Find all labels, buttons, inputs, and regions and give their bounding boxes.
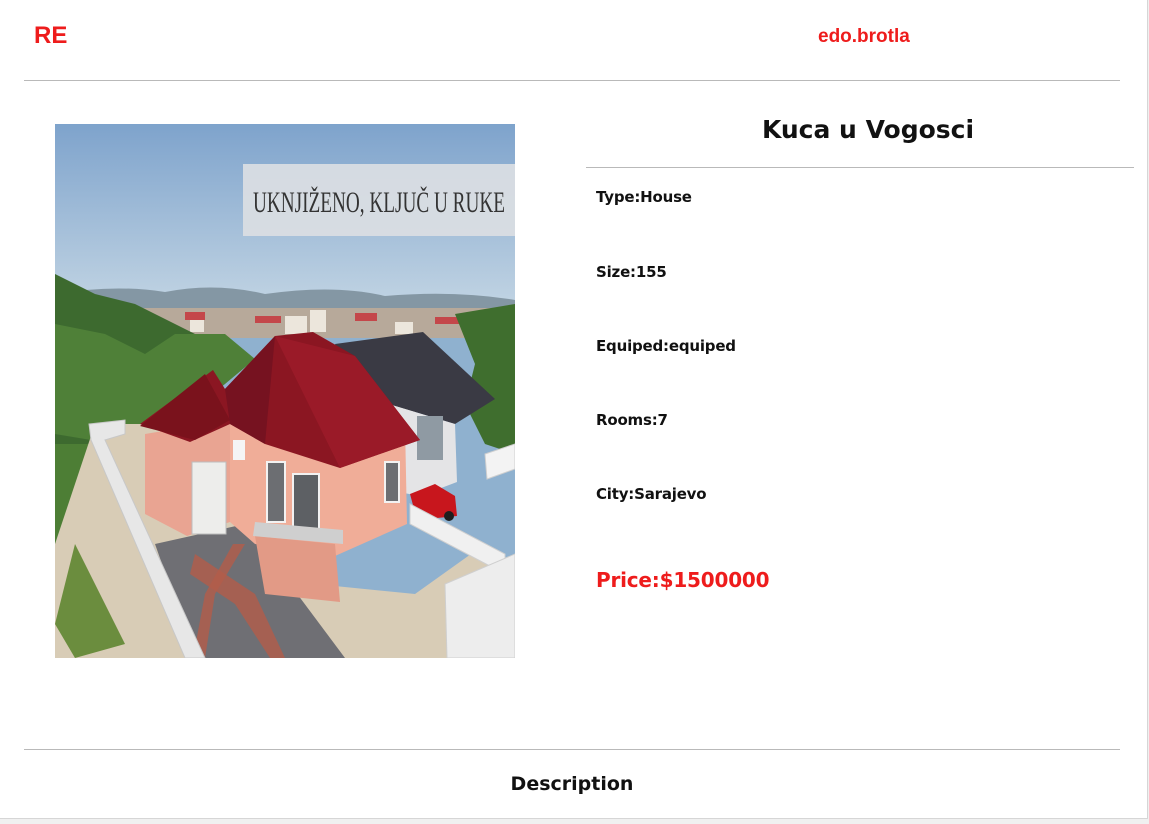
property-equipped-value: equiped bbox=[668, 337, 736, 355]
property-city-value: Sarajevo bbox=[634, 485, 707, 503]
listing-title: Kuca u Vogosci bbox=[761, 115, 975, 144]
description-heading: Description bbox=[510, 773, 634, 795]
property-size-value: 155 bbox=[635, 263, 667, 281]
property-equipped: Equiped:equiped bbox=[596, 337, 736, 355]
property-type: Type:House bbox=[596, 188, 692, 206]
property-size-label: Size: bbox=[596, 263, 636, 281]
property-price: Price:$1500000 bbox=[596, 568, 770, 592]
header-divider bbox=[24, 80, 1120, 81]
property-price-value: $1500000 bbox=[659, 568, 770, 592]
property-rooms-label: Rooms: bbox=[596, 411, 658, 429]
property-city: City:Sarajevo bbox=[596, 485, 707, 503]
property-photo: UKNJIŽENO, KLJUČ U RUKE bbox=[55, 124, 515, 658]
property-rooms: Rooms:7 bbox=[596, 411, 668, 429]
property-city-label: City: bbox=[596, 485, 635, 503]
user-account-link[interactable]: edo.brotla bbox=[818, 26, 910, 48]
photo-banner-text: UKNJIŽENO, KLJUČ U RUKE bbox=[253, 186, 505, 219]
brand-logo-link[interactable]: RE bbox=[34, 22, 67, 50]
property-type-label: Type: bbox=[596, 188, 641, 206]
property-rooms-value: 7 bbox=[657, 411, 668, 429]
description-divider bbox=[24, 749, 1120, 750]
property-size: Size:155 bbox=[596, 263, 667, 281]
property-equipped-label: Equiped: bbox=[596, 337, 669, 355]
listing-page: RE edo.brotla UKNJIŽENO, KLJUČ U RUKE Ku… bbox=[0, 0, 1148, 819]
title-divider bbox=[586, 167, 1134, 168]
property-price-label: Price: bbox=[596, 568, 660, 592]
property-type-value: House bbox=[640, 188, 692, 206]
